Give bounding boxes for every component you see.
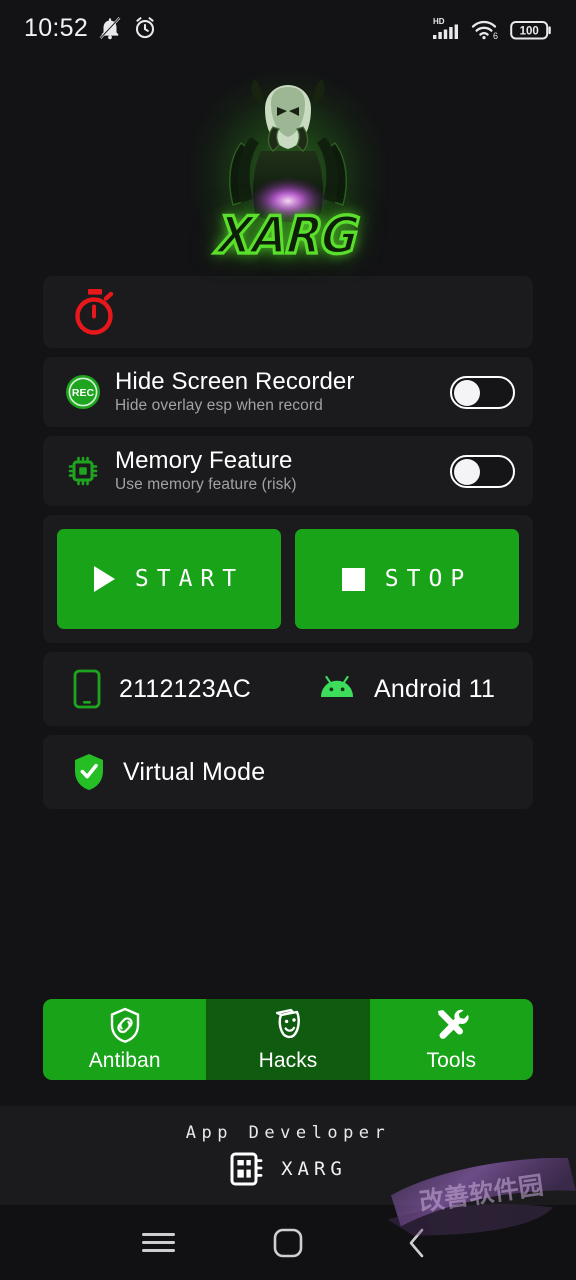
stopwatch-icon [75,289,114,335]
hide-screen-recorder-toggle[interactable] [450,375,515,409]
signal-bars-icon: HD [433,17,458,39]
app-screen: 10:52 HD 6 100 XARG REC Hide Screen Reco… [0,0,576,1280]
play-icon [93,566,115,592]
hamburger-icon [141,1228,175,1257]
device-os-label: Android 11 [374,674,496,703]
hide-screen-recorder-title: Hide Screen Recorder [115,367,355,395]
footer-developer-name: XARG [281,1158,347,1180]
wifi-6-icon: 6 [471,20,498,41]
nav-recents-button[interactable] [122,1205,194,1280]
nav-home-button[interactable] [252,1205,324,1280]
theater-mask-icon [275,1008,300,1039]
start-button-label: START [134,566,245,592]
device-os-cell: Android 11 [317,675,495,704]
device-info-card: 2112123AC Android 11 [43,652,533,726]
tab-antiban-label: Antiban [88,1049,161,1072]
footer-title: App Developer [185,1123,391,1143]
stop-button[interactable]: STOP [295,529,519,629]
android-robot-icon [321,675,353,697]
memory-chip-icon [61,453,105,489]
contacts-grid-icon [230,1152,263,1186]
toggle-knob [454,379,481,406]
wifi-generation-label: 6 [493,31,498,41]
start-button[interactable]: START [57,529,281,629]
tab-tools-label: Tools [426,1049,477,1072]
shield-link-icon [110,1007,139,1043]
bell-muted-icon [99,17,121,40]
action-buttons-card: START STOP [43,515,533,643]
wrench-screwdriver-icon [438,1009,469,1039]
memory-feature-row[interactable]: Memory Feature Use memory feature (risk) [43,436,533,506]
tab-antiban[interactable]: Antiban [43,999,207,1080]
memory-feature-subtitle: Use memory feature (risk) [115,476,297,494]
nav-back-button[interactable] [382,1205,454,1280]
tab-tools[interactable]: Tools [369,999,533,1080]
stop-button-label: STOP [384,566,473,592]
phone-icon [73,669,101,709]
status-bar-right: HD 6 100 [432,15,554,41]
xarg-predator-logo: XARG [193,73,383,268]
rec-badge-icon: REC [61,373,105,411]
bottom-tab-bar: Antiban Hacks Tools [43,999,533,1080]
device-model-label: 2112123AC [119,674,252,703]
app-logo: XARG [0,64,576,276]
android-nav-bar [0,1205,576,1280]
chevron-left-icon [409,1228,424,1257]
virtual-mode-label: Virtual Mode [123,757,266,786]
memory-feature-texts: Memory Feature Use memory feature (risk) [105,446,450,495]
tab-hacks[interactable]: Hacks [206,999,370,1080]
footer-developer: XARG [229,1150,347,1188]
toggle-knob [454,458,481,485]
footer: App Developer XARG [0,1106,576,1205]
battery-level-label: 100 [520,26,539,38]
hide-screen-recorder-row[interactable]: REC Hide Screen Recorder Hide overlay es… [43,357,533,427]
hide-screen-recorder-texts: Hide Screen Recorder Hide overlay esp wh… [105,367,450,416]
hd-label: HD [433,17,445,26]
stop-square-icon [341,567,365,591]
status-bar-left: 10:52 [24,14,158,43]
rounded-square-icon [273,1228,303,1257]
memory-feature-toggle[interactable] [450,454,515,488]
alarm-clock-icon [136,17,155,39]
status-bar: 10:52 HD 6 100 [0,0,576,56]
virtual-mode-cell: Virtual Mode [65,752,265,792]
timer-card[interactable] [43,276,533,348]
virtual-mode-card[interactable]: Virtual Mode [43,735,533,809]
status-time: 10:52 [24,13,89,42]
main-content: REC Hide Screen Recorder Hide overlay es… [0,276,576,818]
memory-feature-title: Memory Feature [115,446,293,474]
svg-text:REC: REC [72,387,95,399]
battery-icon: 100 [510,21,551,40]
shield-check-icon [75,754,103,790]
logo-wordmark: XARG [214,203,363,267]
hide-screen-recorder-subtitle: Hide overlay esp when record [115,397,323,415]
tab-hacks-label: Hacks [258,1049,318,1072]
device-model-cell: 2112123AC [65,669,317,709]
